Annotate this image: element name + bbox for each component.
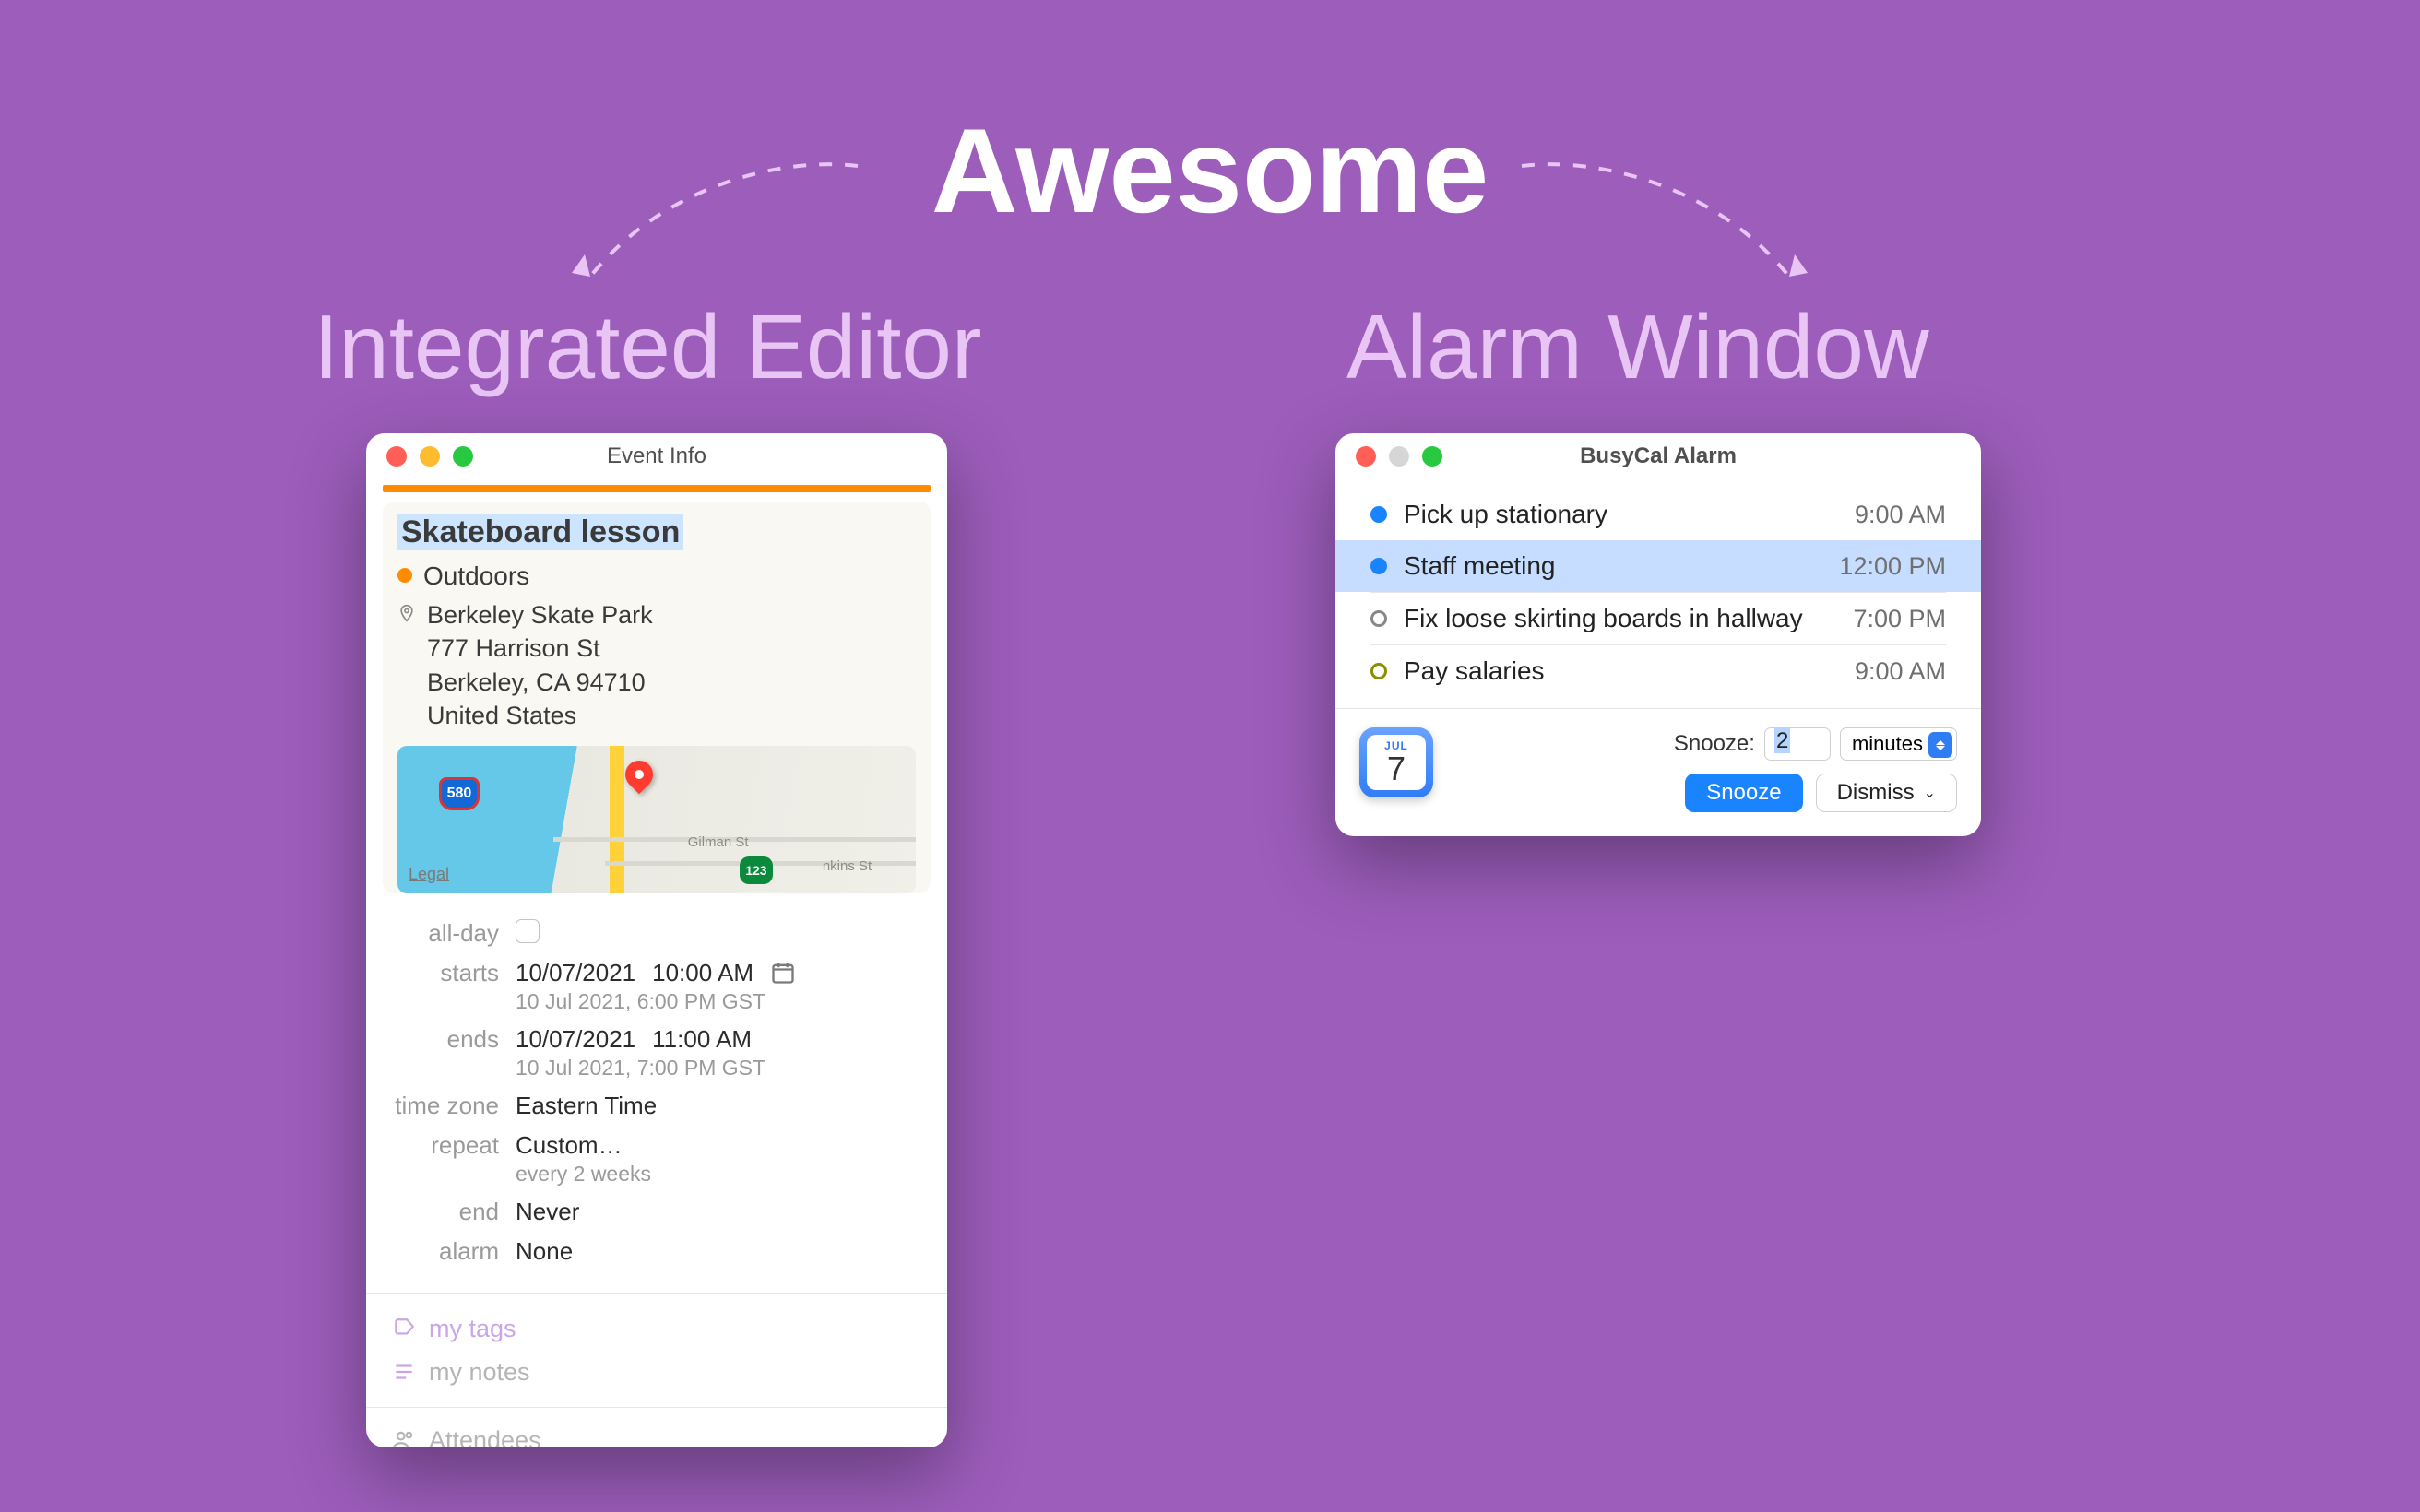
calendar-picker-icon[interactable] <box>770 960 796 986</box>
calendar-color-bar <box>383 485 931 492</box>
event-title-input[interactable]: Skateboard lesson <box>397 514 683 550</box>
event-card: Skateboard lesson Outdoors Berkeley Skat… <box>383 502 931 893</box>
alarm-label: alarm <box>388 1237 499 1266</box>
map-route-shield-icon: 580 <box>439 777 480 810</box>
repeat-end-select[interactable]: Never <box>516 1198 925 1226</box>
status-dot-icon <box>1370 663 1387 679</box>
chevron-updown-icon <box>1928 732 1952 758</box>
starts-label: starts <box>388 959 499 987</box>
alarm-item-time: 9:00 AM <box>1855 657 1946 686</box>
notes-input[interactable]: my notes <box>383 1351 931 1394</box>
titlebar: BusyCal Alarm <box>1335 433 1981 479</box>
alarm-list: Pick up stationary 9:00 AM Staff meeting 12… <box>1335 479 1981 697</box>
arrow-left <box>553 138 867 304</box>
alarm-item[interactable]: Staff meeting 12:00 PM <box>1335 540 1981 592</box>
location-pin-icon <box>397 604 416 622</box>
window-title: Event Info <box>366 443 947 469</box>
window-title: BusyCal Alarm <box>1335 443 1981 469</box>
timezone-select[interactable]: Eastern Time <box>516 1092 925 1120</box>
arrow-right <box>1512 138 1826 304</box>
date-badge: JUL 7 <box>1359 727 1433 797</box>
alarm-item-title: Staff meeting <box>1404 551 1822 581</box>
ends-label: ends <box>388 1025 499 1054</box>
calendar-select[interactable]: Outdoors <box>423 561 529 591</box>
ends-date-input[interactable]: 10/07/2021 <box>516 1025 635 1054</box>
ends-alt-tz: 10 Jul 2021, 7:00 PM GST <box>516 1056 925 1081</box>
date-badge-day: 7 <box>1387 752 1406 786</box>
map-street-label: Gilman St <box>688 834 749 850</box>
dismiss-button[interactable]: Dismiss ⌄ <box>1816 774 1957 812</box>
map-legal-link[interactable]: Legal <box>409 865 449 884</box>
alarm-item[interactable]: Fix loose skirting boards in hallway 7:00… <box>1335 593 1981 644</box>
timezone-label: time zone <box>388 1092 499 1120</box>
titlebar: Event Info <box>366 433 947 479</box>
map-street-label: nkins St <box>823 858 872 874</box>
event-editor-window: Event Info Skateboard lesson Outdoors Be… <box>366 433 947 1447</box>
repeat-label: repeat <box>388 1131 499 1160</box>
alarm-footer: JUL 7 Snooze: 2 minutes Snooze Dismiss ⌄ <box>1335 708 1981 812</box>
attendees-input[interactable]: Attendees <box>383 1426 931 1447</box>
alarm-item-time: 9:00 AM <box>1855 501 1946 529</box>
starts-time-input[interactable]: 10:00 AM <box>652 959 753 987</box>
ends-time-input[interactable]: 11:00 AM <box>652 1025 752 1054</box>
status-dot-icon <box>1370 610 1387 627</box>
allday-label: all-day <box>388 919 499 948</box>
event-fields: all-day starts 10/07/2021 10:00 AM 10 Ju… <box>366 893 947 1281</box>
alarm-item-title: Pick up stationary <box>1404 500 1838 529</box>
people-icon <box>392 1428 416 1447</box>
alarm-item-title: Fix loose skirting boards in hallway <box>1404 604 1836 633</box>
chevron-down-icon: ⌄ <box>1924 784 1936 802</box>
tag-icon <box>392 1317 416 1341</box>
snooze-label: Snooze: <box>1674 731 1755 757</box>
notes-icon <box>392 1360 416 1384</box>
alarm-item-time: 7:00 PM <box>1853 605 1946 633</box>
alarm-item-title: Pay salaries <box>1404 656 1838 686</box>
calendar-dot-icon <box>397 568 412 583</box>
status-dot-icon <box>1370 506 1387 523</box>
starts-date-input[interactable]: 10/07/2021 <box>516 959 635 987</box>
alarm-window: BusyCal Alarm Pick up stationary 9:00 AM S… <box>1335 433 1981 836</box>
hero-subtitle-right: Alarm Window <box>1346 295 1929 399</box>
starts-alt-tz: 10 Jul 2021, 6:00 PM GST <box>516 989 925 1014</box>
location-field[interactable]: Berkeley Skate Park 777 Harrison St Berk… <box>427 598 653 733</box>
tags-input[interactable]: my tags <box>383 1307 931 1351</box>
map-route-shield-icon: 123 <box>740 856 773 884</box>
hero-title: Awesome <box>931 101 1489 240</box>
repeat-end-label: end <box>388 1198 499 1226</box>
repeat-select[interactable]: Custom… <box>516 1131 925 1160</box>
snooze-duration-input[interactable]: 2 <box>1764 727 1831 761</box>
repeat-summary: every 2 weeks <box>516 1162 925 1187</box>
allday-checkbox[interactable] <box>516 919 540 943</box>
status-dot-icon <box>1370 558 1387 574</box>
snooze-unit-select[interactable]: minutes <box>1840 727 1957 761</box>
alarm-item[interactable]: Pay salaries 9:00 AM <box>1335 645 1981 697</box>
alarm-select[interactable]: None <box>516 1237 925 1266</box>
hero-subtitle-left: Integrated Editor <box>314 295 982 399</box>
location-map[interactable]: 580 123 Gilman St nkins St Legal <box>397 746 916 893</box>
snooze-button[interactable]: Snooze <box>1685 774 1802 812</box>
alarm-item[interactable]: Pick up stationary 9:00 AM <box>1335 489 1981 540</box>
alarm-item-time: 12:00 PM <box>1839 552 1946 581</box>
map-pin-icon <box>620 755 658 794</box>
